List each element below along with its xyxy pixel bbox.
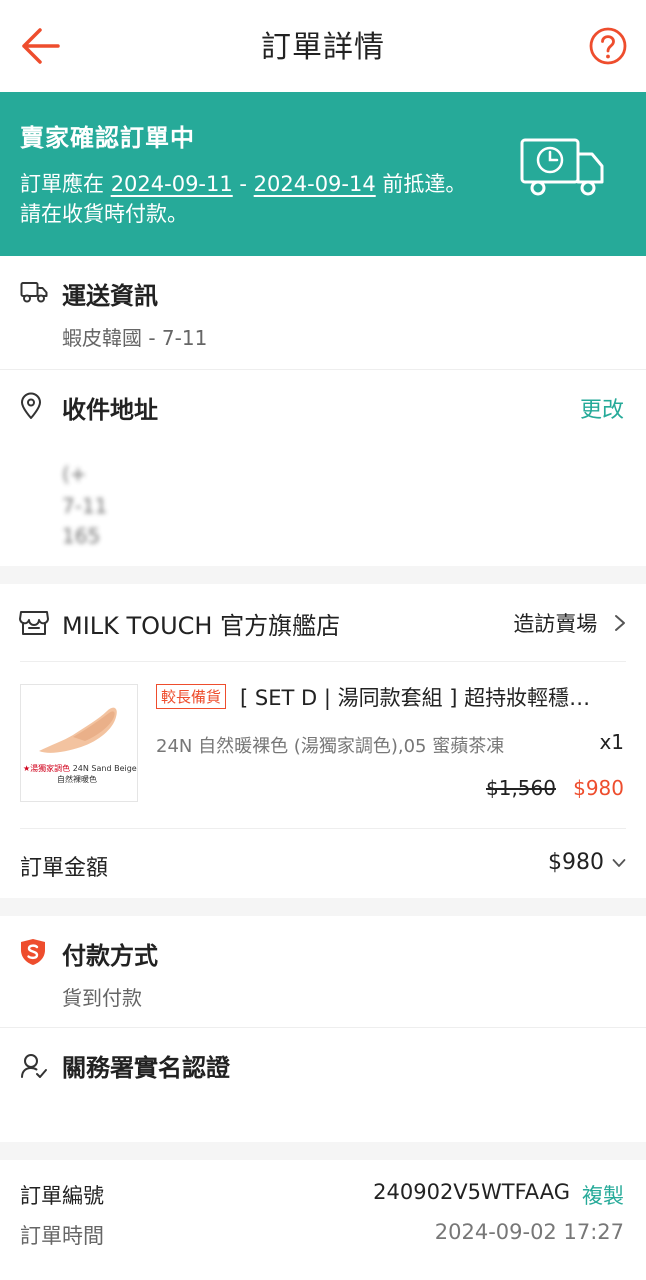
order-number: 240902V5WTFAAG — [373, 1180, 570, 1204]
help-icon[interactable] — [588, 26, 628, 66]
shipping-info-title: 運送資訊 — [62, 282, 158, 310]
thumbnail-caption: ★湯獨家調色 24N Sand Beige — [23, 763, 137, 774]
shipping-address-section: 收件地址 更改 (+ 7-11 165 — [0, 370, 646, 566]
address-store: 7-11 — [62, 494, 108, 518]
section-gap — [0, 898, 646, 916]
shop-header[interactable]: MILK TOUCH 官方旗艦店 造訪賣場 — [0, 584, 646, 662]
product-thumbnail[interactable]: ★湯獨家調色 24N Sand Beige 自然裸暖色 — [20, 684, 138, 802]
page-title: 訂單詳情 — [261, 30, 385, 65]
chevron-down-icon — [612, 859, 626, 867]
address-postcode: 165 — [62, 524, 101, 548]
thumbnail-caption-highlight: ★湯獨家調色 — [23, 764, 71, 773]
shipping-carrier: 蝦皮韓國 - 7-11 — [62, 326, 208, 350]
shop-name: MILK TOUCH 官方旗艦店 — [62, 612, 341, 640]
divider — [20, 828, 626, 829]
delivery-estimate: 訂單應在 2024-09-11 - 2024-09-14 前抵達。 — [20, 168, 466, 198]
order-item[interactable]: ★湯獨家調色 24N Sand Beige 自然裸暖色 較長備貨 [ SET D… — [0, 662, 646, 828]
address-recipient: (+ — [62, 462, 87, 486]
customs-verification-title: 關務署實名認證 — [62, 1054, 230, 1082]
payment-method-value: 貨到付款 — [62, 986, 142, 1010]
visit-shop-button[interactable]: 造訪賣場 — [513, 608, 626, 638]
delivery-estimate-suffix: 前抵達。 — [375, 172, 467, 196]
delivery-date-from: 2024-09-11 — [110, 172, 233, 196]
order-status-text: 賣家確認訂單中 — [20, 124, 195, 152]
order-total-amount: $980 — [548, 850, 604, 875]
user-check-icon — [21, 1054, 47, 1078]
shipping-info-section[interactable]: 運送資訊 蝦皮韓國 - 7-11 — [0, 256, 646, 370]
payment-note: 請在收貨時付款。 — [20, 202, 188, 226]
product-quantity: x1 — [599, 730, 624, 754]
order-total-row[interactable]: 訂單金額 $980 — [0, 828, 646, 898]
chevron-right-icon — [615, 615, 625, 631]
order-total-label: 訂單金額 — [20, 856, 109, 881]
payment-method-section: 付款方式 貨到付款 — [0, 916, 646, 1028]
foundation-swatch-image — [39, 707, 117, 753]
order-time: 2024-09-02 17:27 — [434, 1220, 624, 1244]
payment-method-title: 付款方式 — [62, 942, 158, 970]
delivery-date-separator: - — [232, 172, 254, 196]
edit-address-button[interactable]: 更改 — [580, 392, 624, 424]
visit-shop-label: 造訪賣場 — [513, 612, 598, 636]
order-info-section: 訂單編號 240902V5WTFAAG 複製 訂單時間 2024-09-02 1… — [0, 1160, 646, 1280]
product-name: [ SET D | 湯同款套組 ] 超持妝輕穩… — [240, 686, 591, 710]
top-nav-bar: 訂單詳情 — [0, 0, 646, 92]
customs-verification-section[interactable]: 關務署實名認證 — [0, 1028, 646, 1142]
shipping-address-title: 收件地址 — [62, 396, 158, 424]
order-status-banner: 賣家確認訂單中 訂單應在 2024-09-11 - 2024-09-14 前抵達… — [0, 92, 646, 256]
product-variant: 24N 自然暖裸色 (湯獨家調色),05 蜜蘋茶凍 — [156, 736, 505, 757]
copy-order-number-button[interactable]: 複製 — [582, 1180, 624, 1210]
longer-preparation-badge: 較長備貨 — [156, 684, 227, 709]
sale-price: $980 — [573, 776, 624, 800]
thumbnail-subcaption: 自然裸暖色 — [57, 775, 97, 784]
section-gap — [0, 1142, 646, 1160]
order-time-label: 訂單時間 — [20, 1224, 104, 1248]
delivery-estimate-prefix: 訂單應在 — [20, 172, 111, 196]
thumbnail-caption-shade: 24N Sand Beige — [70, 764, 137, 773]
location-pin-icon — [21, 392, 41, 419]
order-number-label: 訂單編號 — [20, 1184, 104, 1208]
delivery-truck-clock-icon — [520, 138, 604, 196]
shield-s-icon — [21, 939, 45, 965]
original-price: $1,560 — [486, 776, 556, 800]
section-gap — [0, 566, 646, 584]
truck-icon — [20, 282, 48, 303]
delivery-date-to: 2024-09-14 — [253, 172, 376, 196]
store-icon — [19, 611, 49, 635]
